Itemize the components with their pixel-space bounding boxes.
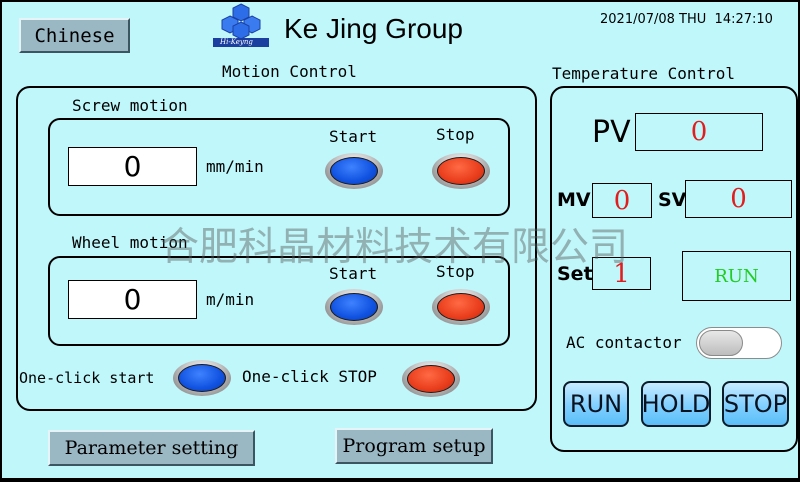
- screw-stop-label: Stop: [436, 125, 475, 144]
- ac-contactor-toggle[interactable]: [696, 327, 782, 359]
- wheel-start-label: Start: [329, 264, 378, 283]
- one-click-stop-button[interactable]: [402, 361, 460, 397]
- toggle-knob: [699, 330, 743, 356]
- screw-motion-title: Screw motion: [72, 96, 188, 115]
- hold-button-label: HOLD: [641, 390, 711, 418]
- language-button[interactable]: Chinese: [19, 18, 130, 53]
- run-status-box: RUN: [682, 251, 791, 301]
- company-logo: Hi-Keyng: [210, 2, 272, 48]
- stop-button[interactable]: STOP: [722, 381, 789, 427]
- set-label: Set: [557, 263, 593, 285]
- one-click-start-label: One-click start: [19, 369, 155, 387]
- wheel-speed-value: 0: [123, 283, 142, 316]
- wheel-stop-button[interactable]: [432, 289, 490, 325]
- wheel-speed-field[interactable]: 0: [68, 280, 197, 319]
- temperature-control-title: Temperature Control: [552, 64, 736, 83]
- date-time: 2021/07/08 THU 14:27:10: [600, 12, 773, 27]
- wheel-start-button[interactable]: [325, 289, 383, 325]
- program-setup-button[interactable]: Program setup: [335, 428, 493, 464]
- wheel-stop-label: Stop: [436, 262, 475, 281]
- company-name: Ke Jing Group: [284, 13, 463, 44]
- logo-text: Hi-Keyng: [220, 38, 253, 46]
- mv-value-box: 0: [592, 183, 652, 218]
- mv-value: 0: [613, 185, 631, 216]
- screw-speed-unit: mm/min: [206, 157, 264, 176]
- sv-label: SV: [658, 189, 687, 211]
- set-value: 1: [613, 258, 630, 289]
- set-value-box[interactable]: 1: [592, 257, 651, 290]
- pv-value: 0: [690, 117, 708, 147]
- one-click-start-button[interactable]: [173, 360, 231, 396]
- pv-label: PV: [592, 115, 631, 150]
- stop-button-label: STOP: [723, 390, 788, 418]
- sv-value-box[interactable]: 0: [685, 180, 792, 218]
- screw-speed-field[interactable]: 0: [68, 147, 197, 186]
- screw-speed-value: 0: [123, 150, 142, 183]
- screw-stop-button[interactable]: [432, 153, 490, 189]
- wheel-motion-title: Wheel motion: [72, 233, 188, 252]
- hmi-screen: Chinese Hi-Keyng Ke Jing Group 2021/07/0…: [2, 2, 798, 478]
- language-button-label: Chinese: [34, 24, 115, 47]
- program-setup-label: Program setup: [342, 435, 486, 457]
- mv-label: MV: [557, 189, 591, 211]
- sv-value: 0: [730, 184, 747, 214]
- run-button[interactable]: RUN: [563, 381, 629, 427]
- wheel-speed-unit: m/min: [206, 290, 255, 309]
- parameter-setting-label: Parameter setting: [64, 437, 239, 459]
- ac-contactor-label: AC contactor: [566, 333, 682, 352]
- run-button-label: RUN: [569, 390, 623, 418]
- motion-control-title: Motion Control: [222, 62, 357, 81]
- screw-start-label: Start: [329, 127, 378, 146]
- hold-button[interactable]: HOLD: [641, 381, 711, 427]
- screw-start-button[interactable]: [325, 153, 383, 189]
- one-click-stop-label: One-click STOP: [242, 367, 377, 386]
- pv-value-box: 0: [635, 113, 763, 151]
- parameter-setting-button[interactable]: Parameter setting: [48, 430, 255, 466]
- run-status-text: RUN: [714, 265, 759, 287]
